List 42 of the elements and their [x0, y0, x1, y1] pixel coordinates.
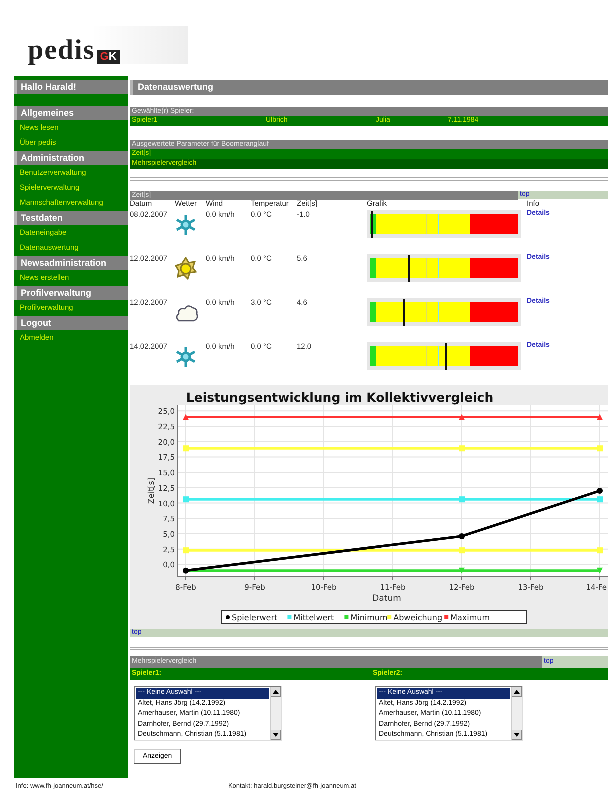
menu-section-title: Allgemeines [14, 106, 128, 120]
scroll-down-icon[interactable] [512, 730, 522, 740]
snowflake-icon [175, 213, 197, 237]
legend-entry: Abweichung [388, 614, 443, 622]
menu-section-title: Logout [14, 316, 128, 330]
data-point [597, 414, 603, 420]
sun-icon [175, 257, 197, 281]
axis-title: Datum [372, 594, 402, 604]
legend-entry: Spielerwert [226, 614, 278, 622]
scroll-down-icon[interactable] [271, 730, 281, 740]
logo-badge: GK [97, 50, 120, 64]
page-title: Datenauswertung [130, 80, 608, 95]
legend-entry: Maximum [444, 614, 490, 622]
data-point [597, 488, 603, 494]
data-point [459, 414, 465, 420]
data-point [597, 548, 603, 554]
data-point [597, 446, 603, 452]
scroll-up-icon[interactable] [271, 687, 281, 697]
data-point [597, 496, 603, 503]
data-point [183, 414, 189, 420]
greeting: Hallo Harald! [14, 80, 128, 94]
data-point [183, 548, 189, 554]
logo-text: pedis [28, 38, 96, 64]
menu-section-title: Newsadministration [14, 256, 128, 270]
data-point [459, 568, 465, 574]
axis-title: Zeit[s] [147, 478, 156, 504]
menu-section-title: Testdaten [14, 211, 128, 225]
legend-entry: Minimum [344, 614, 388, 622]
data-point [459, 496, 465, 503]
data-point [459, 548, 465, 554]
data-point [459, 446, 465, 452]
data-point [183, 446, 189, 452]
menu-section-title: Administration [14, 151, 128, 165]
chart-title: Leistungsentwicklung im Kollektivvergleich [186, 390, 494, 405]
data-point [459, 533, 465, 540]
data-point [183, 496, 189, 503]
scroll-up-icon[interactable] [512, 687, 522, 697]
data-point [597, 568, 603, 574]
data-point [183, 568, 189, 574]
snowflake-icon [175, 345, 197, 369]
legend-entry: Mittelwert [288, 614, 334, 622]
menu-section-title: Profilverwaltung [14, 286, 128, 300]
